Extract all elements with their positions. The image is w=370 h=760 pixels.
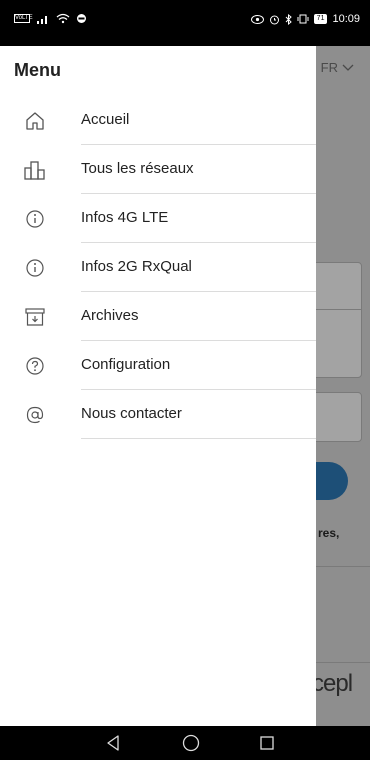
language-label: FR [320, 60, 338, 75]
status-bar: VoLTE 71 10:09 [0, 0, 370, 46]
navigation-drawer: Menu Accueil Tous les réseaux Infos 4G L… [0, 46, 316, 726]
vibrate-icon [297, 14, 309, 24]
bar-chart-icon [24, 159, 46, 181]
language-selector[interactable]: FR [321, 60, 354, 75]
menu-item-archives[interactable]: Archives [0, 292, 316, 341]
battery-icon: 71 [313, 14, 328, 24]
info-icon [24, 257, 46, 279]
menu-item-label: Infos 4G LTE [81, 209, 169, 226]
menu-item-configuration[interactable]: Configuration [0, 341, 316, 390]
menu-item-nous-contacter[interactable]: Nous contacter [0, 390, 316, 439]
info-icon [24, 208, 46, 230]
signal-icon [37, 15, 47, 24]
drawer-menu: Accueil Tous les réseaux Infos 4G LTE In… [0, 96, 316, 439]
background-text: res, [318, 526, 340, 540]
menu-item-label: Infos 2G RxQual [81, 258, 192, 275]
menu-item-label: Nous contacter [81, 405, 182, 422]
menu-item-infos-4g-lte[interactable]: Infos 4G LTE [0, 194, 316, 243]
brand-logo: cepl [312, 670, 353, 697]
home-icon [24, 110, 46, 132]
chevron-down-icon [342, 64, 354, 71]
archive-icon [24, 306, 46, 328]
menu-item-label: Configuration [81, 356, 171, 373]
wifi-icon [56, 13, 70, 24]
system-nav-bar [0, 726, 370, 760]
status-time: 10:09 [332, 13, 360, 25]
sync-icon [77, 14, 86, 23]
at-icon [24, 404, 46, 426]
divider [81, 438, 316, 439]
eye-icon [250, 14, 264, 24]
menu-item-tous-les-reseaux[interactable]: Tous les réseaux [0, 145, 316, 194]
home-circle-icon[interactable] [182, 734, 200, 752]
back-icon[interactable] [104, 734, 122, 752]
menu-item-label: Archives [81, 307, 139, 324]
menu-item-infos-2g-rxqual[interactable]: Infos 2G RxQual [0, 243, 316, 292]
bluetooth-icon [285, 13, 292, 25]
alarm-icon [269, 15, 279, 24]
recents-icon[interactable] [258, 734, 276, 752]
menu-item-accueil[interactable]: Accueil [0, 96, 316, 145]
menu-item-label: Tous les réseaux [81, 160, 194, 177]
drawer-title: Menu [14, 60, 61, 80]
volte-badge: VoLTE [14, 14, 33, 23]
help-icon [24, 355, 46, 377]
menu-item-label: Accueil [81, 111, 130, 128]
